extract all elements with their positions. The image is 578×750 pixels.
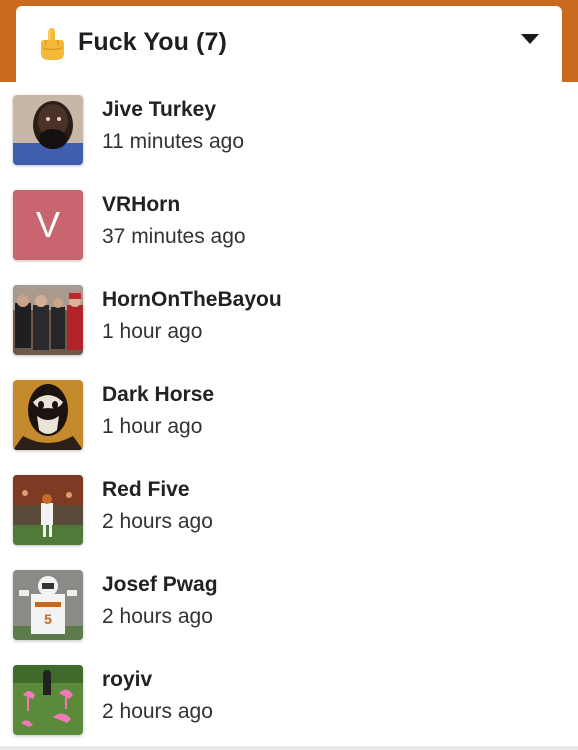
avatar[interactable]: 5 bbox=[13, 570, 83, 640]
timestamp: 11 minutes ago bbox=[102, 130, 245, 153]
timestamp: 2 hours ago bbox=[102, 605, 213, 628]
username[interactable]: VRHorn bbox=[102, 193, 180, 217]
list-item[interactable]: Dark Horse 1 hour ago bbox=[0, 367, 578, 462]
list-item[interactable]: HornOnTheBayou 1 hour ago bbox=[0, 272, 578, 367]
caret-down-icon[interactable] bbox=[521, 34, 539, 44]
timestamp: 37 minutes ago bbox=[102, 225, 246, 248]
svg-text:5: 5 bbox=[44, 611, 52, 627]
username[interactable]: Red Five bbox=[102, 478, 190, 502]
timestamp: 2 hours ago bbox=[102, 510, 213, 533]
reaction-title: Fuck You (7) bbox=[78, 28, 227, 56]
svg-text:V: V bbox=[36, 204, 60, 245]
avatar[interactable]: V bbox=[13, 190, 83, 260]
timestamp: 1 hour ago bbox=[102, 415, 203, 438]
username[interactable]: HornOnTheBayou bbox=[102, 288, 282, 312]
username[interactable]: Dark Horse bbox=[102, 383, 214, 407]
middle-finger-icon bbox=[38, 26, 66, 62]
list-item[interactable]: 5 Josef Pwag 2 hours ago bbox=[0, 557, 578, 652]
list-item[interactable]: royiv 2 hours ago bbox=[0, 652, 578, 747]
avatar[interactable] bbox=[13, 380, 83, 450]
reaction-dropdown[interactable]: Fuck You (7) bbox=[16, 6, 562, 82]
timestamp: 1 hour ago bbox=[102, 320, 203, 343]
list-item[interactable]: Jive Turkey 11 minutes ago bbox=[0, 82, 578, 177]
list-item[interactable]: V VRHorn 37 minutes ago bbox=[0, 177, 578, 272]
timestamp: 2 hours ago bbox=[102, 700, 213, 723]
avatar[interactable] bbox=[13, 475, 83, 545]
avatar[interactable] bbox=[13, 95, 83, 165]
avatar[interactable] bbox=[13, 665, 83, 735]
avatar[interactable] bbox=[13, 285, 83, 355]
list-bottom-edge bbox=[0, 746, 578, 750]
username[interactable]: Jive Turkey bbox=[102, 98, 216, 122]
username[interactable]: royiv bbox=[102, 668, 152, 692]
username[interactable]: Josef Pwag bbox=[102, 573, 218, 597]
list-item[interactable]: Red Five 2 hours ago bbox=[0, 462, 578, 557]
